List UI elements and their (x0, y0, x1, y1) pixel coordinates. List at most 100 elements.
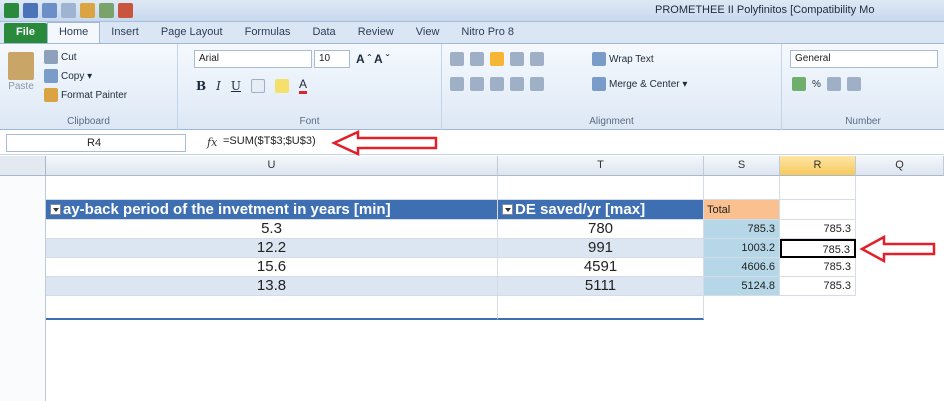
tab-view[interactable]: View (405, 23, 451, 43)
total-cell[interactable]: 785.3 (704, 220, 780, 239)
currency-icon[interactable] (792, 77, 806, 91)
merge-center-button[interactable]: Merge & Center ▾ (592, 77, 687, 91)
bold-icon[interactable]: B (196, 79, 206, 93)
formula-input[interactable]: =SUM($T$3;$U$3) (223, 135, 316, 147)
alignment-group-label: Alignment (589, 116, 634, 127)
tab-formulas[interactable]: Formulas (234, 23, 302, 43)
font-group: Arial 10 Aˆ Aˇ B I U A Font (178, 44, 442, 130)
sort-icon[interactable] (99, 3, 114, 18)
brush-icon (44, 88, 58, 102)
table-header-de-saved[interactable]: DE saved/yr [max] (498, 200, 704, 220)
filter-dropdown-icon[interactable] (502, 204, 513, 215)
number-group: General % Number (782, 44, 944, 130)
table-cell-de-saved[interactable]: 780 (498, 220, 704, 239)
align-right-icon[interactable] (490, 77, 504, 91)
redo-icon[interactable] (61, 3, 76, 18)
table-cell-payback[interactable]: 5.3 (46, 220, 498, 239)
table-cell-de-saved[interactable]: 4591 (498, 258, 704, 277)
number-format-select[interactable]: General (790, 50, 938, 68)
fill-color-icon[interactable] (275, 78, 290, 93)
font-size-select[interactable]: 10 (314, 50, 350, 68)
name-box[interactable]: R4 (6, 134, 186, 152)
title-bar: PROMETHEE II Polyfinitos [Compatibility … (0, 0, 944, 22)
cut-label: Cut (61, 51, 77, 63)
copy-label: Copy ▾ (61, 70, 93, 82)
table-cell-payback[interactable]: 13.8 (46, 277, 498, 296)
undo-icon[interactable] (42, 3, 57, 18)
align-left-icon[interactable] (450, 77, 464, 91)
total-cell[interactable]: 4606.6 (704, 258, 780, 277)
align-row (450, 77, 544, 91)
number-group-label: Number (845, 116, 881, 127)
increase-indent-icon[interactable] (530, 77, 544, 91)
text-direction-icon[interactable] (530, 52, 544, 66)
align-center-icon[interactable] (470, 77, 484, 91)
tab-data[interactable]: Data (301, 23, 346, 43)
table-header-payback[interactable]: ay-back period of the invetment in years… (46, 200, 498, 220)
grid-cell[interactable] (780, 176, 856, 200)
window-title: PROMETHEE II Polyfinitos [Compatibility … (655, 4, 875, 16)
table-cell-de-saved[interactable]: 991 (498, 239, 704, 258)
result-cell[interactable]: 785.3 (780, 220, 856, 239)
grid-cell[interactable] (498, 176, 704, 200)
align-middle-icon[interactable] (470, 52, 484, 66)
tab-review[interactable]: Review (347, 23, 405, 43)
table-empty-row[interactable] (498, 296, 704, 320)
copy-button[interactable]: Copy ▾ (44, 69, 92, 83)
italic-icon[interactable]: I (216, 79, 221, 93)
align-top-row (450, 52, 544, 66)
quick-access-toolbar (4, 3, 133, 18)
grow-font-icon[interactable]: Aˆ Aˇ (356, 52, 389, 66)
wrap-text-button[interactable]: Wrap Text (592, 52, 654, 66)
grid-cell[interactable] (46, 176, 498, 200)
fx-icon[interactable]: fx (207, 136, 217, 149)
column-header-s[interactable]: S (704, 156, 780, 176)
grid-cell[interactable] (704, 176, 780, 200)
alignment-group: Wrap Text Merge & Center ▾ Alignment (442, 44, 782, 130)
select-all-corner[interactable] (0, 156, 46, 176)
orientation-icon[interactable] (510, 52, 524, 66)
chart-icon[interactable] (118, 3, 133, 18)
total-cell[interactable]: 1003.2 (704, 239, 780, 258)
tab-nitro[interactable]: Nitro Pro 8 (450, 23, 525, 43)
percent-icon[interactable]: % (812, 79, 821, 90)
selected-cell-r4[interactable]: 785.3 (780, 239, 856, 258)
paste-button[interactable]: Paste (8, 52, 34, 92)
column-header-t[interactable]: T (498, 156, 704, 176)
borders-icon[interactable] (251, 78, 266, 93)
font-name-select[interactable]: Arial (194, 50, 312, 68)
formula-bar: R4 fx =SUM($T$3;$U$3) (0, 130, 944, 156)
format-painter-button[interactable]: Format Painter (44, 88, 127, 102)
table-empty-row[interactable] (46, 296, 498, 320)
tab-home[interactable]: Home (46, 22, 101, 43)
increase-decimal-icon[interactable] (846, 77, 861, 91)
align-top-icon[interactable] (450, 52, 464, 66)
font-color-icon[interactable]: A (299, 77, 308, 94)
cut-button[interactable]: Cut (44, 50, 77, 64)
column-header-r[interactable]: R (780, 156, 856, 176)
table-cell-payback[interactable]: 15.6 (46, 258, 498, 277)
column-header-u[interactable]: U (46, 156, 498, 176)
print-icon[interactable] (80, 3, 95, 18)
table-cell-de-saved[interactable]: 5111 (498, 277, 704, 296)
result-cell[interactable]: 785.3 (780, 258, 856, 277)
table-cell-payback[interactable]: 12.2 (46, 239, 498, 258)
result-cell[interactable]: 785.3 (780, 277, 856, 296)
comma-icon[interactable] (826, 77, 841, 91)
total-header[interactable]: Total (704, 200, 780, 220)
tab-page-layout[interactable]: Page Layout (150, 23, 234, 43)
filter-dropdown-icon[interactable] (50, 204, 61, 215)
grid-cell[interactable] (780, 200, 856, 220)
red-arrow-icon (859, 234, 936, 264)
total-cell[interactable]: 5124.8 (704, 277, 780, 296)
clipboard-group: Paste Cut Copy ▾ Format Painter Clipboar… (0, 44, 178, 130)
tab-file[interactable]: File (4, 23, 47, 43)
column-header-q[interactable]: Q (856, 156, 944, 176)
decrease-indent-icon[interactable] (510, 77, 524, 91)
underline-icon[interactable]: U (231, 79, 241, 93)
tab-insert[interactable]: Insert (100, 23, 150, 43)
align-bottom-icon[interactable] (490, 52, 504, 66)
scissors-icon (44, 50, 58, 64)
merge-center-icon (592, 77, 606, 91)
save-icon[interactable] (23, 3, 38, 18)
